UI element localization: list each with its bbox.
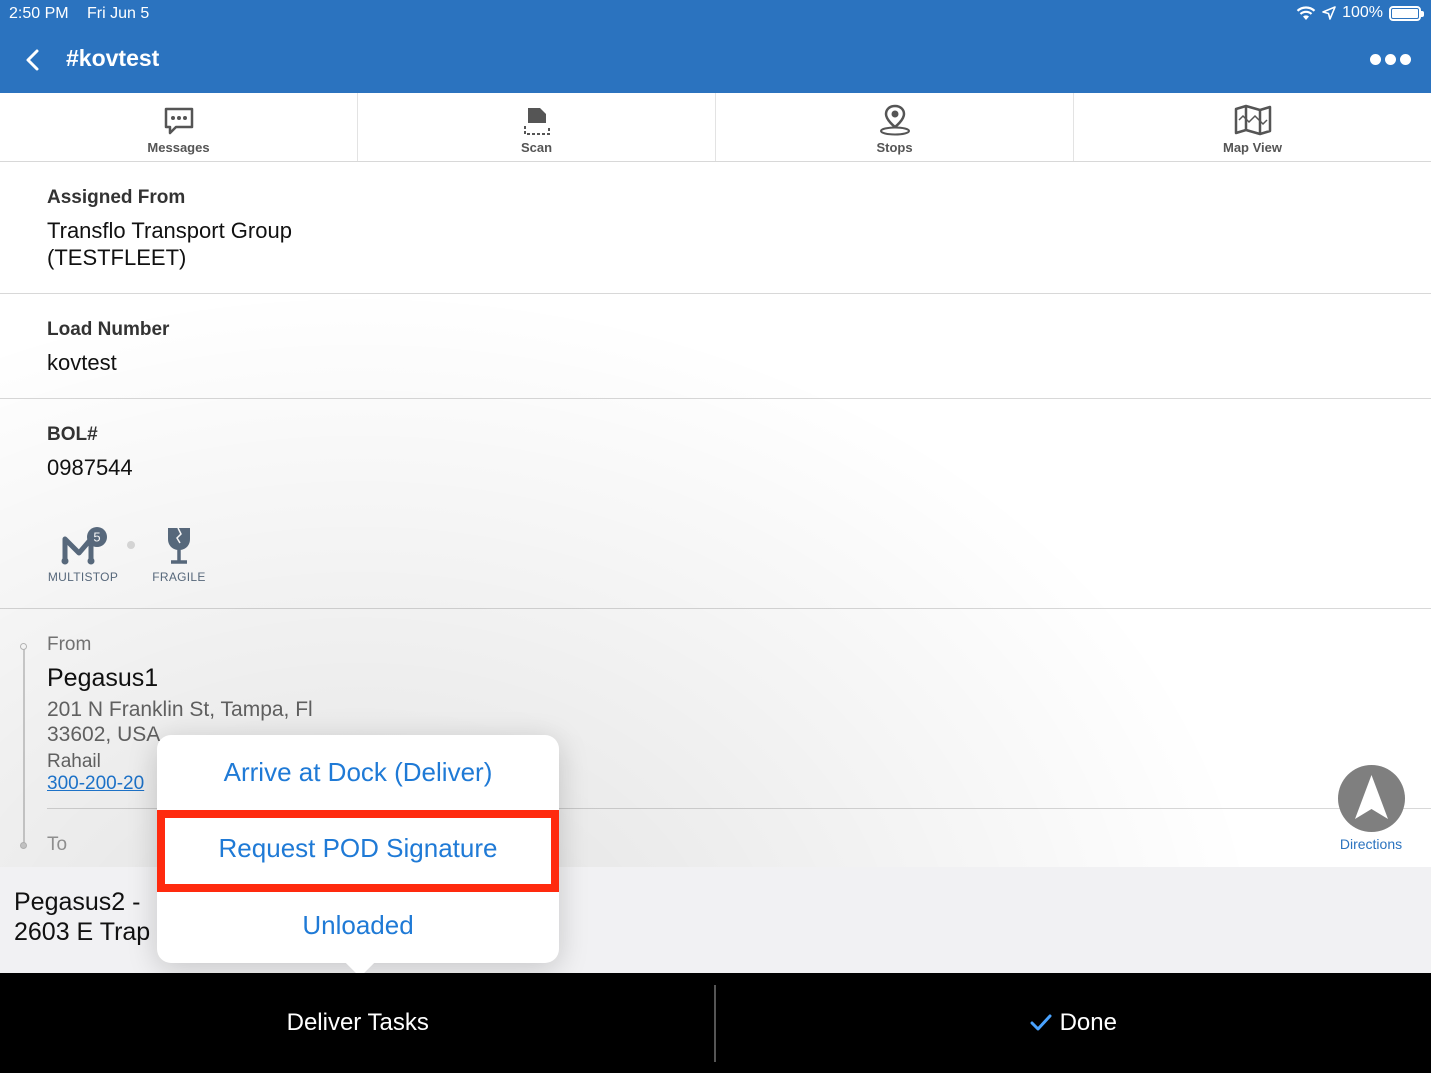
deliver-tasks-label: Deliver Tasks <box>286 1009 429 1036</box>
multistop-icon: 5 <box>61 527 107 565</box>
done-label: Done <box>1059 1009 1117 1036</box>
route-end-dot <box>20 842 27 849</box>
directions-label: Directions <box>1339 836 1403 852</box>
status-indicators: 100% <box>1296 4 1424 22</box>
status-date: Fri Jun 5 <box>87 5 150 22</box>
tab-scan[interactable]: Scan <box>358 93 716 161</box>
bol-value: 0987544 <box>47 455 133 480</box>
status-time: 2:50 PM <box>9 5 69 22</box>
from-address-line2: 33602, USA <box>47 723 161 746</box>
assigned-from-label: Assigned From <box>47 187 186 208</box>
bottom-bar-divider <box>714 985 716 1062</box>
multistop-label: MULTISTOP <box>47 570 119 584</box>
fragile-badge: FRAGILE <box>148 525 210 584</box>
ellipsis-icon <box>1370 54 1381 65</box>
more-options-button[interactable] <box>1366 50 1415 69</box>
bol-label: BOL# <box>47 424 98 445</box>
assigned-from-section: Assigned From Transflo Transport Group (… <box>0 162 1431 294</box>
chat-bubble-icon <box>164 107 193 135</box>
battery-percent: 100% <box>1342 4 1383 21</box>
badge-separator-dot <box>127 541 135 549</box>
app-screen: 2:50 PM Fri Jun 5 100% #kovtest Messages… <box>0 0 1431 1073</box>
fragile-label: FRAGILE <box>152 570 206 584</box>
menu-item-unloaded[interactable]: Unloaded <box>157 887 559 963</box>
map-pin-icon <box>879 104 910 136</box>
bol-section: BOL# 0987544 5 MULTISTOP FRAGILE <box>0 399 1431 609</box>
tab-label: Messages <box>147 140 210 155</box>
assigned-from-value-line2: (TESTFLEET) <box>47 245 187 270</box>
route-start-dot <box>20 643 27 650</box>
tab-messages[interactable]: Messages <box>0 93 358 161</box>
tab-stops[interactable]: Stops <box>716 93 1074 161</box>
scan-document-icon <box>523 108 550 135</box>
tab-label: Map View <box>1222 140 1282 155</box>
from-address-line1: 201 N Franklin St, Tampa, Fl <box>47 698 313 721</box>
navigation-header: 2:50 PM Fri Jun 5 100% #kovtest <box>0 0 1431 93</box>
fragile-glass-icon <box>168 527 190 564</box>
folded-map-icon <box>1234 104 1271 136</box>
next-stop-address: 2603 E Trap <box>14 918 151 946</box>
location-arrow-icon <box>1322 6 1336 20</box>
multistop-count: 5 <box>93 530 100 545</box>
page-title: #kovtest <box>66 45 160 71</box>
done-button[interactable]: Done <box>716 973 1431 1073</box>
back-chevron-icon[interactable] <box>20 44 46 76</box>
battery-icon <box>1389 5 1424 21</box>
multistop-badge: 5 MULTISTOP <box>46 525 120 584</box>
load-number-label: Load Number <box>47 319 170 340</box>
load-number-value: kovtest <box>47 350 117 375</box>
menu-item-request-pod-signature[interactable]: Request POD Signature <box>157 811 559 887</box>
navigation-arrow-icon <box>1337 765 1405 832</box>
deliver-tasks-button[interactable]: Deliver Tasks <box>0 973 716 1073</box>
checkmark-icon <box>1030 1014 1052 1031</box>
next-stop-title: Pegasus2 - <box>14 888 141 916</box>
assigned-from-value-line1: Transflo Transport Group <box>47 218 292 243</box>
tab-label: Scan <box>520 140 553 155</box>
from-stop-name: Pegasus1 <box>47 664 159 692</box>
contact-phone-link[interactable]: 300-200-20 <box>47 773 144 795</box>
tab-label: Stops <box>876 140 913 155</box>
contact-name: Rahail <box>47 751 101 772</box>
route-line <box>23 646 25 846</box>
status-bar: 2:50 PM Fri Jun 5 100% <box>0 0 1431 28</box>
from-label: From <box>47 634 92 655</box>
to-label: To <box>47 834 68 855</box>
load-number-section: Load Number kovtest <box>0 294 1431 399</box>
directions-button[interactable]: Directions <box>1334 765 1408 852</box>
tab-map-view[interactable]: Map View <box>1074 93 1431 161</box>
action-toolbar: Messages Scan Stops Map View <box>0 93 1431 162</box>
deliver-tasks-popover: Arrive at Dock (Deliver) Request POD Sig… <box>157 735 559 963</box>
wifi-icon <box>1296 5 1316 20</box>
menu-item-arrive-at-dock[interactable]: Arrive at Dock (Deliver) <box>157 735 559 811</box>
